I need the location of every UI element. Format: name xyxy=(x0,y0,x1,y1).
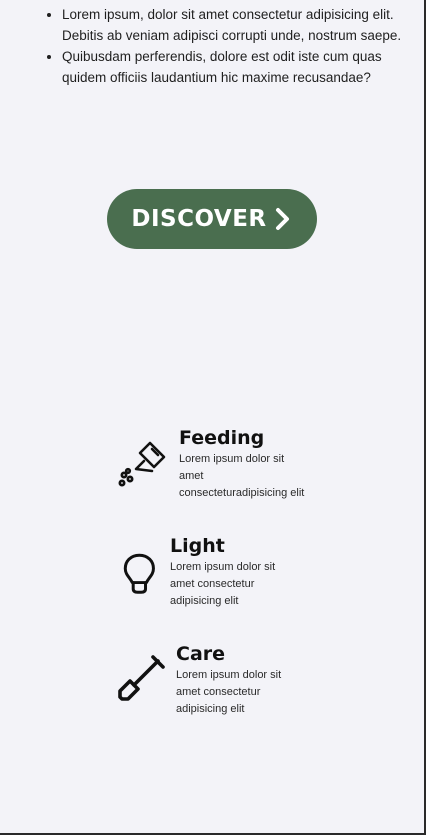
feature-title: Feeding xyxy=(179,427,265,449)
feature-description-line: amet xyxy=(179,470,204,482)
feature-care: Care Lorem ipsum dolor sit amet consecte… xyxy=(116,643,281,718)
feature-description-line: amet consectetur xyxy=(170,578,255,590)
feature-description-line: amet consectetur xyxy=(176,686,261,698)
chevron-right-icon xyxy=(275,208,289,230)
feature-description-line: adipisicing elit xyxy=(170,595,239,607)
feature-feeding: Feeding Lorem ipsum dolor sit amet conse… xyxy=(116,427,304,502)
watering-can-icon xyxy=(118,441,166,487)
feature-title: Light xyxy=(170,535,225,557)
feature-description-line: Lorem ipsum dolor sit xyxy=(170,561,276,573)
description-list: Lorem ipsum, dolor sit amet consectetur … xyxy=(22,4,402,88)
feature-description-line: Lorem ipsum dolor sit xyxy=(176,669,282,681)
discover-button[interactable]: DISCOVER xyxy=(107,189,317,249)
feature-description-line: consecteturadipisicing elit xyxy=(179,487,305,499)
feature-description-line: adipisicing elit xyxy=(176,703,245,715)
discover-button-label: DISCOVER xyxy=(131,206,267,232)
lightbulb-icon xyxy=(123,553,155,594)
list-item: Lorem ipsum, dolor sit amet consectetur … xyxy=(62,4,402,46)
feature-title: Care xyxy=(176,643,226,665)
shovel-icon xyxy=(118,655,165,701)
feature-light: Light Lorem ipsum dolor sit amet consect… xyxy=(120,535,275,610)
list-item: Quibusdam perferendis, dolore est odit i… xyxy=(62,46,402,88)
feature-description-line: Lorem ipsum dolor sit xyxy=(179,453,285,465)
